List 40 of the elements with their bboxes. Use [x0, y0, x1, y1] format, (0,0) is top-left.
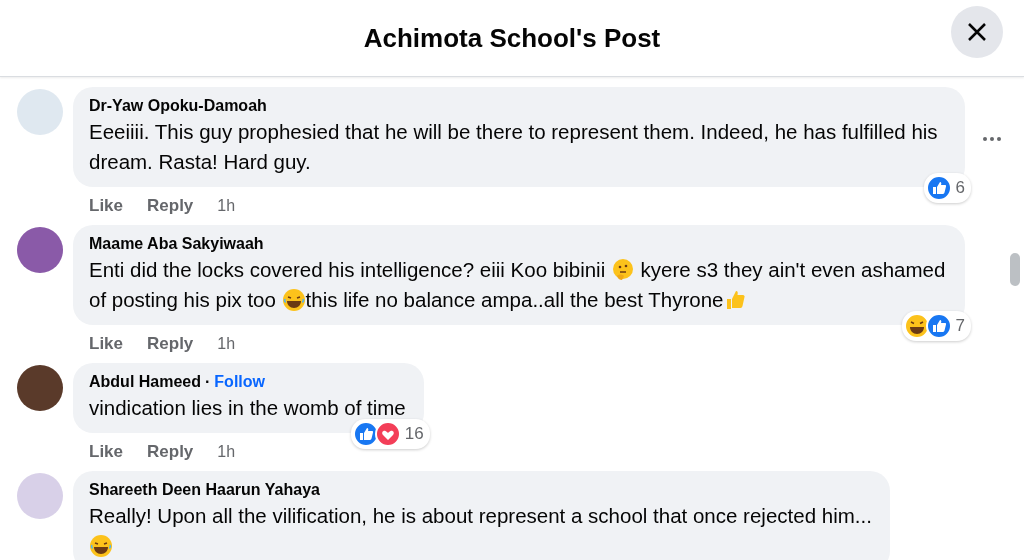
laughing-face-icon — [89, 534, 113, 558]
separator-dot: · — [205, 372, 211, 392]
like-button[interactable]: Like — [89, 334, 124, 354]
like-reaction-icon — [925, 175, 952, 201]
close-icon — [967, 22, 987, 42]
thinking-face-icon — [610, 258, 635, 282]
commenter-name[interactable]: Abdul Hameed — [89, 371, 201, 393]
comment-text: Eeeiiii. This guy prophesied that he will be there to represent them. Indeed, he has fulfilled his dream. Rasta! Hard guy. — [89, 119, 939, 175]
heart-reaction-icon — [374, 421, 401, 447]
reaction-summary[interactable]: 6 — [923, 173, 971, 203]
reply-button[interactable]: Reply — [147, 196, 194, 216]
avatar[interactable] — [17, 365, 63, 411]
like-reaction-icon — [925, 313, 952, 339]
comment-text: Really! Upon all the vilification, he is about represent a school that once rejected him... — [89, 501, 872, 560]
like-reaction-icon — [352, 421, 379, 447]
commenter-name[interactable]: Dr-Yaw Opoku-Damoah — [89, 95, 267, 117]
reaction-count: 7 — [955, 316, 965, 336]
reply-button[interactable]: Reply — [147, 334, 194, 354]
post-title: Achimota School's Post — [363, 22, 661, 54]
like-button[interactable]: Like — [89, 196, 124, 216]
comment-text: vindication lies in the womb of time — [89, 395, 406, 421]
reaction-summary[interactable]: 16 — [350, 419, 430, 449]
comment-time[interactable]: 1h — [217, 197, 236, 215]
more-icon — [983, 137, 1001, 141]
reaction-summary[interactable]: 7 — [901, 311, 971, 341]
scrollbar-thumb[interactable] — [1010, 253, 1020, 286]
follow-link[interactable]: Follow — [214, 371, 265, 393]
commenter-name[interactable]: Maame Aba Sakyiwaah — [89, 233, 264, 255]
commenter-name[interactable]: Shareeth Deen Haarun Yahaya — [89, 479, 320, 501]
reply-button[interactable]: Reply — [147, 442, 194, 462]
comment-text: Enti did the locks covered his intelligence? eiii Koo bibinii kyere s3 they ain't even ashamed of posting his pix too this life no balance ampa..all the best Thyrone — [89, 257, 947, 314]
comment-time[interactable]: 1h — [217, 443, 236, 461]
reaction-count: 16 — [404, 424, 424, 444]
reaction-count: 6 — [955, 178, 965, 198]
close-button[interactable] — [951, 6, 1003, 58]
like-button[interactable]: Like — [89, 442, 124, 462]
avatar[interactable] — [17, 227, 63, 273]
laughing-face-icon — [281, 288, 306, 312]
comment-time[interactable]: 1h — [217, 335, 236, 353]
laughing-reaction-icon — [903, 313, 930, 339]
